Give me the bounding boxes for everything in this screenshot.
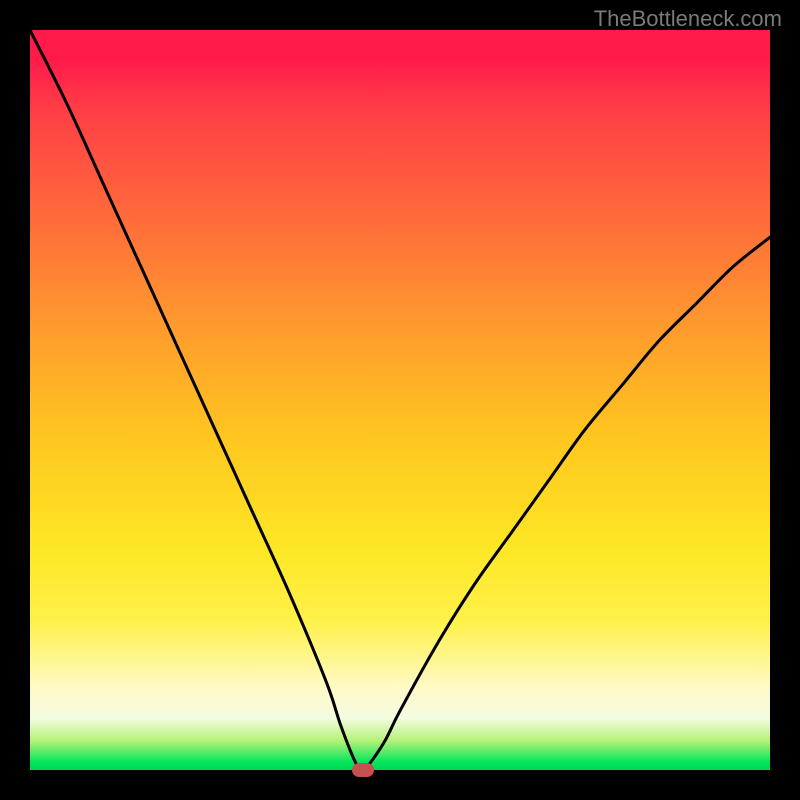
optimal-point-marker xyxy=(352,763,374,777)
bottleneck-curve xyxy=(30,30,770,770)
chart-plot-area xyxy=(30,30,770,770)
watermark-label: TheBottleneck.com xyxy=(594,6,782,32)
